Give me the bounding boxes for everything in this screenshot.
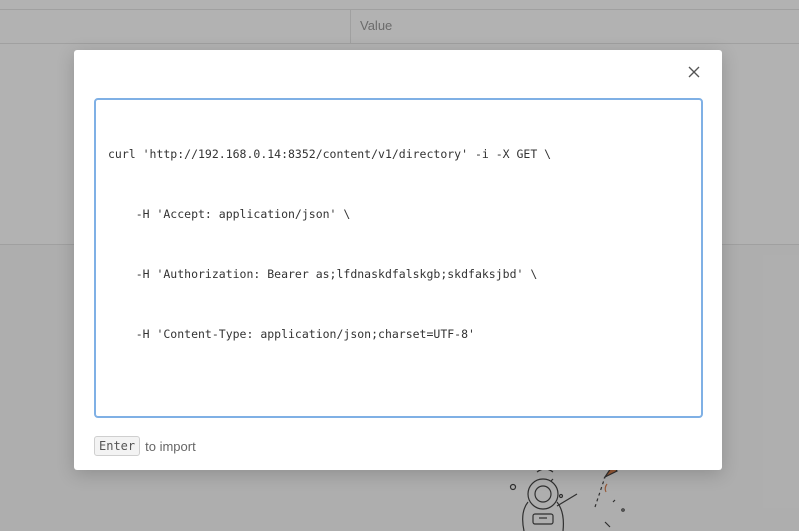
editor-line: curl 'http://192.168.0.14:8352/content/v… bbox=[108, 147, 552, 161]
import-hint: Enter to import bbox=[94, 436, 196, 456]
close-icon[interactable] bbox=[687, 65, 701, 84]
curl-input-textarea[interactable]: curl 'http://192.168.0.14:8352/content/v… bbox=[94, 98, 703, 418]
hint-text: to import bbox=[145, 438, 196, 454]
editor-line: -H 'Authorization: Bearer as;lfdnaskdfal… bbox=[108, 267, 538, 281]
editor-line: -H 'Content-Type: application/json;chars… bbox=[108, 327, 475, 341]
close-button[interactable] bbox=[684, 64, 704, 84]
import-curl-modal: curl 'http://192.168.0.14:8352/content/v… bbox=[74, 50, 722, 470]
editor-line: -H 'Accept: application/json' \ bbox=[108, 207, 351, 221]
app-window: Value curl 'http://192.168.0.14:8352/con… bbox=[0, 0, 799, 531]
enter-key-badge: Enter bbox=[94, 436, 141, 456]
